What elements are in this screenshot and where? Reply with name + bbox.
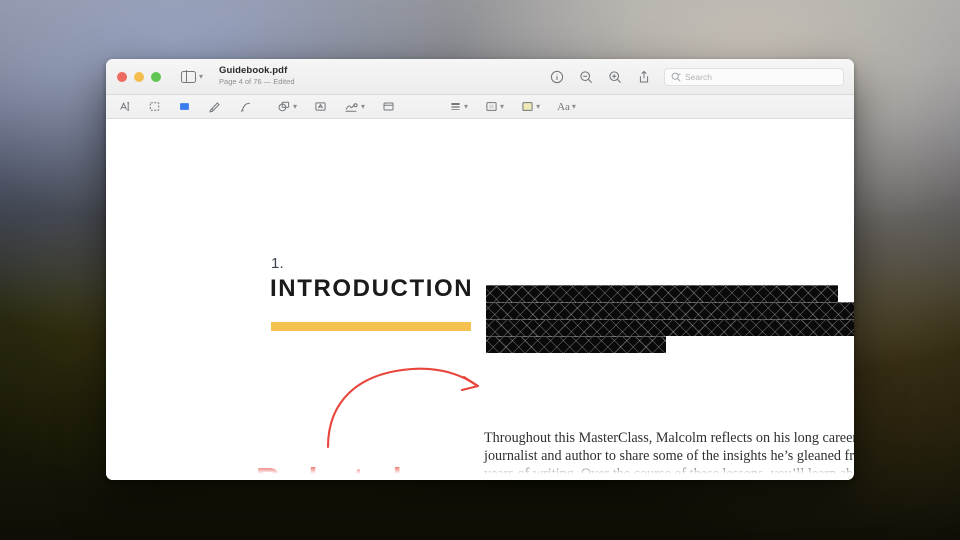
redaction-bar[interactable]	[486, 285, 838, 302]
redaction-bar[interactable]	[486, 336, 666, 353]
sign-tool[interactable]: ▾	[344, 100, 365, 113]
zoom-in-icon[interactable]	[608, 70, 622, 84]
shapes-icon[interactable]	[277, 100, 291, 113]
shapes-chevron-down-icon[interactable]: ▾	[293, 103, 297, 111]
search-input[interactable]: Search	[664, 68, 844, 86]
shapes-tool[interactable]: ▾	[277, 100, 297, 113]
rectangle-selection-icon[interactable]	[148, 100, 161, 113]
zoom-button[interactable]	[151, 72, 161, 82]
preview-window: ▾ Guidebook.pdf Page 4 of 76 — Edited	[106, 59, 854, 480]
body-paragraph: Throughout this MasterClass, Malcolm ref…	[484, 429, 854, 480]
font-style-chevron-down-icon[interactable]: ▾	[572, 103, 576, 111]
font-style-tool[interactable]: Aa ▾	[557, 101, 576, 113]
stroke-style-icon[interactable]	[449, 100, 462, 113]
minimize-button[interactable]	[134, 72, 144, 82]
search-icon	[671, 72, 681, 82]
pdf-page[interactable]: 1. INTRODUCTION CHAPTER REVIEW Throughou…	[106, 119, 854, 480]
redaction-bar[interactable]	[486, 302, 854, 319]
close-button[interactable]	[117, 72, 127, 82]
info-icon[interactable]	[550, 70, 564, 84]
border-color-chevron-down-icon[interactable]: ▾	[500, 103, 504, 111]
text-box-icon[interactable]	[314, 100, 327, 113]
search-placeholder: Search	[685, 72, 712, 82]
chapter-number: 1.	[271, 255, 284, 272]
sidebar-icon	[181, 71, 196, 83]
traffic-lights	[106, 72, 161, 82]
stroke-style-chevron-down-icon[interactable]: ▾	[464, 103, 468, 111]
sidebar-toggle-button[interactable]: ▾	[181, 71, 203, 83]
border-color-tool[interactable]: ▾	[485, 100, 504, 113]
chapter-title: INTRODUCTION	[270, 275, 473, 303]
fill-color-chevron-down-icon[interactable]: ▾	[536, 103, 540, 111]
markup-toolbar: ▾ ▾	[106, 95, 854, 119]
stroke-style-tool[interactable]: ▾	[449, 100, 468, 113]
window-subtitle: Page 4 of 76 — Edited	[219, 78, 294, 86]
fill-color-tool[interactable]: ▾	[521, 100, 540, 113]
window-titlebar: ▾ Guidebook.pdf Page 4 of 76 — Edited	[106, 59, 854, 95]
font-style-icon[interactable]: Aa	[557, 101, 570, 113]
border-color-icon[interactable]	[485, 100, 498, 113]
sign-chevron-down-icon[interactable]: ▾	[361, 103, 365, 111]
note-icon[interactable]	[382, 100, 395, 113]
text-selection-icon[interactable]	[118, 100, 131, 113]
redaction-bar[interactable]	[486, 319, 854, 336]
desktop-background: ▾ Guidebook.pdf Page 4 of 76 — Edited	[0, 0, 960, 540]
window-title: Guidebook.pdf	[219, 66, 294, 76]
sign-icon[interactable]	[344, 100, 359, 113]
curved-arrow-icon	[316, 359, 496, 449]
annotation-label-line1: Redacted	[256, 456, 466, 480]
yellow-rule-divider	[271, 322, 471, 331]
draw-icon[interactable]	[239, 100, 253, 113]
chevron-down-icon: ▾	[199, 73, 203, 81]
sketch-icon[interactable]	[208, 100, 222, 113]
fill-color-icon[interactable]	[521, 100, 534, 113]
share-icon[interactable]	[637, 70, 651, 84]
document-title-block: Guidebook.pdf Page 4 of 76 — Edited	[219, 66, 294, 86]
zoom-out-icon[interactable]	[579, 70, 593, 84]
annotation-label: Redacted text	[256, 456, 466, 480]
redact-icon[interactable]	[178, 100, 191, 113]
